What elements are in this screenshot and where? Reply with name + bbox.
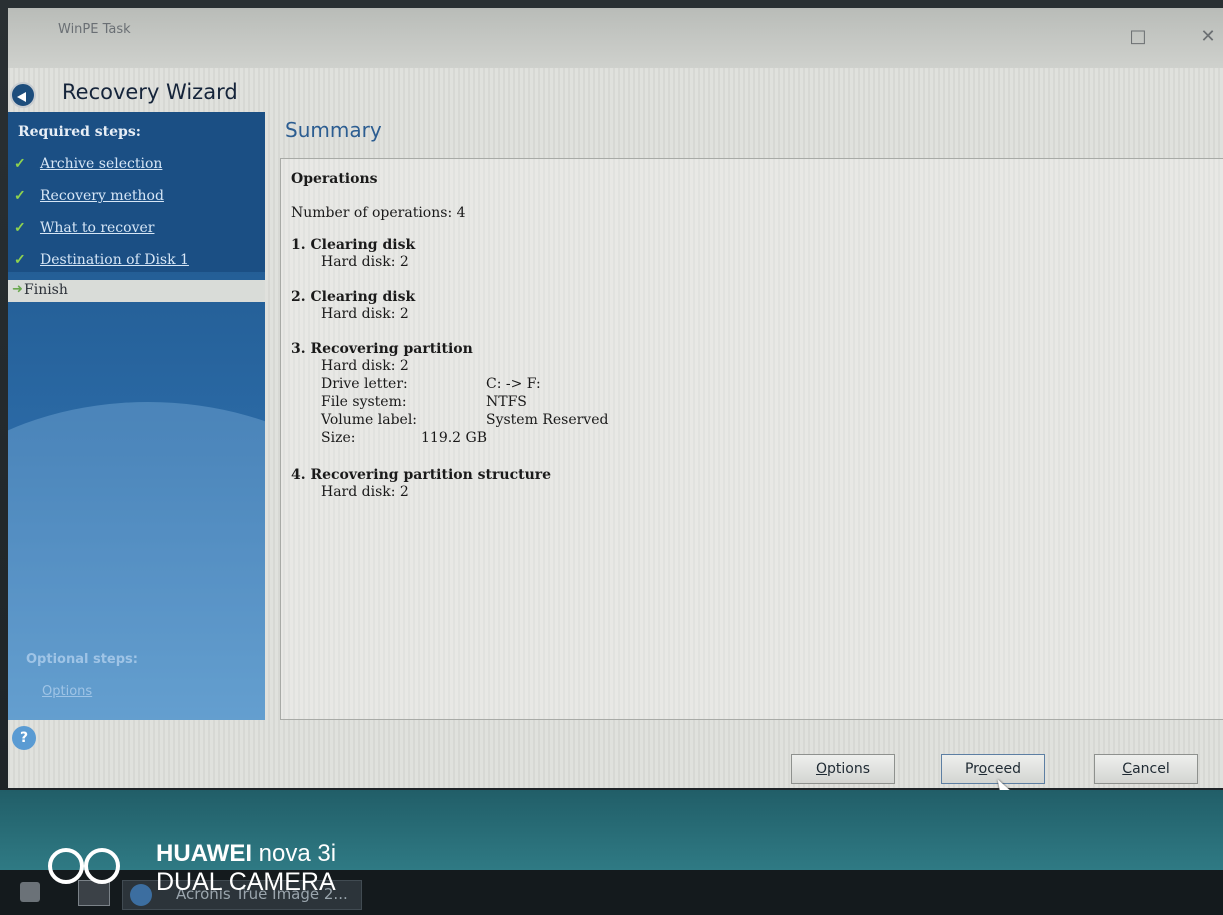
- proceed-button[interactable]: Proceed: [941, 754, 1045, 784]
- sidebar-options-link[interactable]: Options: [42, 684, 92, 699]
- operations-list: Operations Number of operations: 4 1. Cl…: [291, 167, 608, 501]
- camera-logo-icon: [48, 848, 138, 892]
- step-what-to-recover[interactable]: ✓ What to recover: [14, 220, 154, 242]
- operation-heading: 3. Recovering partition: [291, 341, 473, 357]
- detail-key: File system:: [321, 394, 407, 410]
- operation-detail: Hard disk: 2: [321, 254, 409, 270]
- step-recovery-method[interactable]: ✓ Recovery method: [14, 188, 164, 210]
- step-archive-selection[interactable]: ✓ Archive selection: [14, 156, 162, 178]
- wizard-header: Recovery Wizard: [8, 70, 273, 110]
- operation-detail-row: Size: 119.2 GB: [321, 429, 608, 447]
- detail-value: 119.2 GB: [421, 430, 488, 446]
- detail-key: Size:: [321, 430, 356, 446]
- steps-sidebar: Required steps: ✓ Archive selection ✓ Reco…: [8, 112, 265, 720]
- detail-key: Volume label:: [321, 412, 418, 428]
- step-label: Finish: [24, 282, 68, 298]
- watermark-line1: HUAWEI nova 3i: [156, 840, 337, 867]
- wizard-title: Recovery Wizard: [62, 80, 238, 104]
- operation-heading: 1. Clearing disk: [291, 237, 416, 253]
- step-finish[interactable]: ➜ Finish: [8, 280, 265, 302]
- check-icon: ✓: [14, 188, 26, 204]
- step-label: Archive selection: [40, 156, 163, 172]
- help-icon[interactable]: ?: [12, 726, 36, 750]
- detail-value: NTFS: [486, 394, 527, 410]
- options-button[interactable]: Options: [791, 754, 895, 784]
- operation-detail: Hard disk: 2: [321, 484, 409, 500]
- summary-panel: Operations Number of operations: 4 1. Cl…: [280, 158, 1223, 720]
- maximize-button[interactable]: □: [1123, 26, 1153, 47]
- detail-value: System Reserved: [486, 412, 609, 428]
- detail-key: Drive letter:: [321, 376, 408, 392]
- required-steps-label: Required steps:: [18, 124, 141, 140]
- operation-detail-row: Drive letter: C: -> F:: [321, 375, 608, 393]
- page-title: Summary: [285, 118, 382, 142]
- check-icon: ✓: [14, 220, 26, 236]
- close-button[interactable]: ✕: [1193, 26, 1223, 47]
- operations-count: Number of operations: 4: [291, 205, 466, 221]
- window-title: WinPE Task: [58, 22, 131, 37]
- step-label: Recovery method: [40, 188, 164, 204]
- start-icon[interactable]: [20, 882, 40, 902]
- title-bar: WinPE Task □ ✕: [8, 8, 1223, 68]
- cancel-button[interactable]: Cancel: [1094, 754, 1198, 784]
- current-step-arrow-icon: ➜: [12, 282, 23, 297]
- operation-detail: Hard disk: 2: [321, 358, 409, 374]
- operation-detail-row: Volume label: System Reserved: [321, 411, 608, 429]
- wizard-window: WinPE Task □ ✕ Recovery Wizard Required …: [8, 8, 1223, 788]
- check-icon: ✓: [14, 252, 26, 268]
- step-label: Destination of Disk 1: [40, 252, 189, 268]
- step-destination-disk-1[interactable]: ✓ Destination of Disk 1: [14, 252, 189, 274]
- operation-detail-row: File system: NTFS: [321, 393, 608, 411]
- optional-steps-label: Optional steps:: [26, 652, 138, 667]
- operations-heading: Operations: [291, 171, 378, 187]
- back-arrow-icon[interactable]: [10, 82, 36, 108]
- detail-value: C: -> F:: [486, 376, 541, 392]
- operation-detail: Hard disk: 2: [321, 306, 409, 322]
- operation-heading: 4. Recovering partition structure: [291, 467, 552, 483]
- operation-heading: 2. Clearing disk: [291, 289, 416, 305]
- step-label: What to recover: [40, 220, 155, 236]
- watermark-line2: DUAL CAMERA: [156, 868, 336, 896]
- check-icon: ✓: [14, 156, 26, 172]
